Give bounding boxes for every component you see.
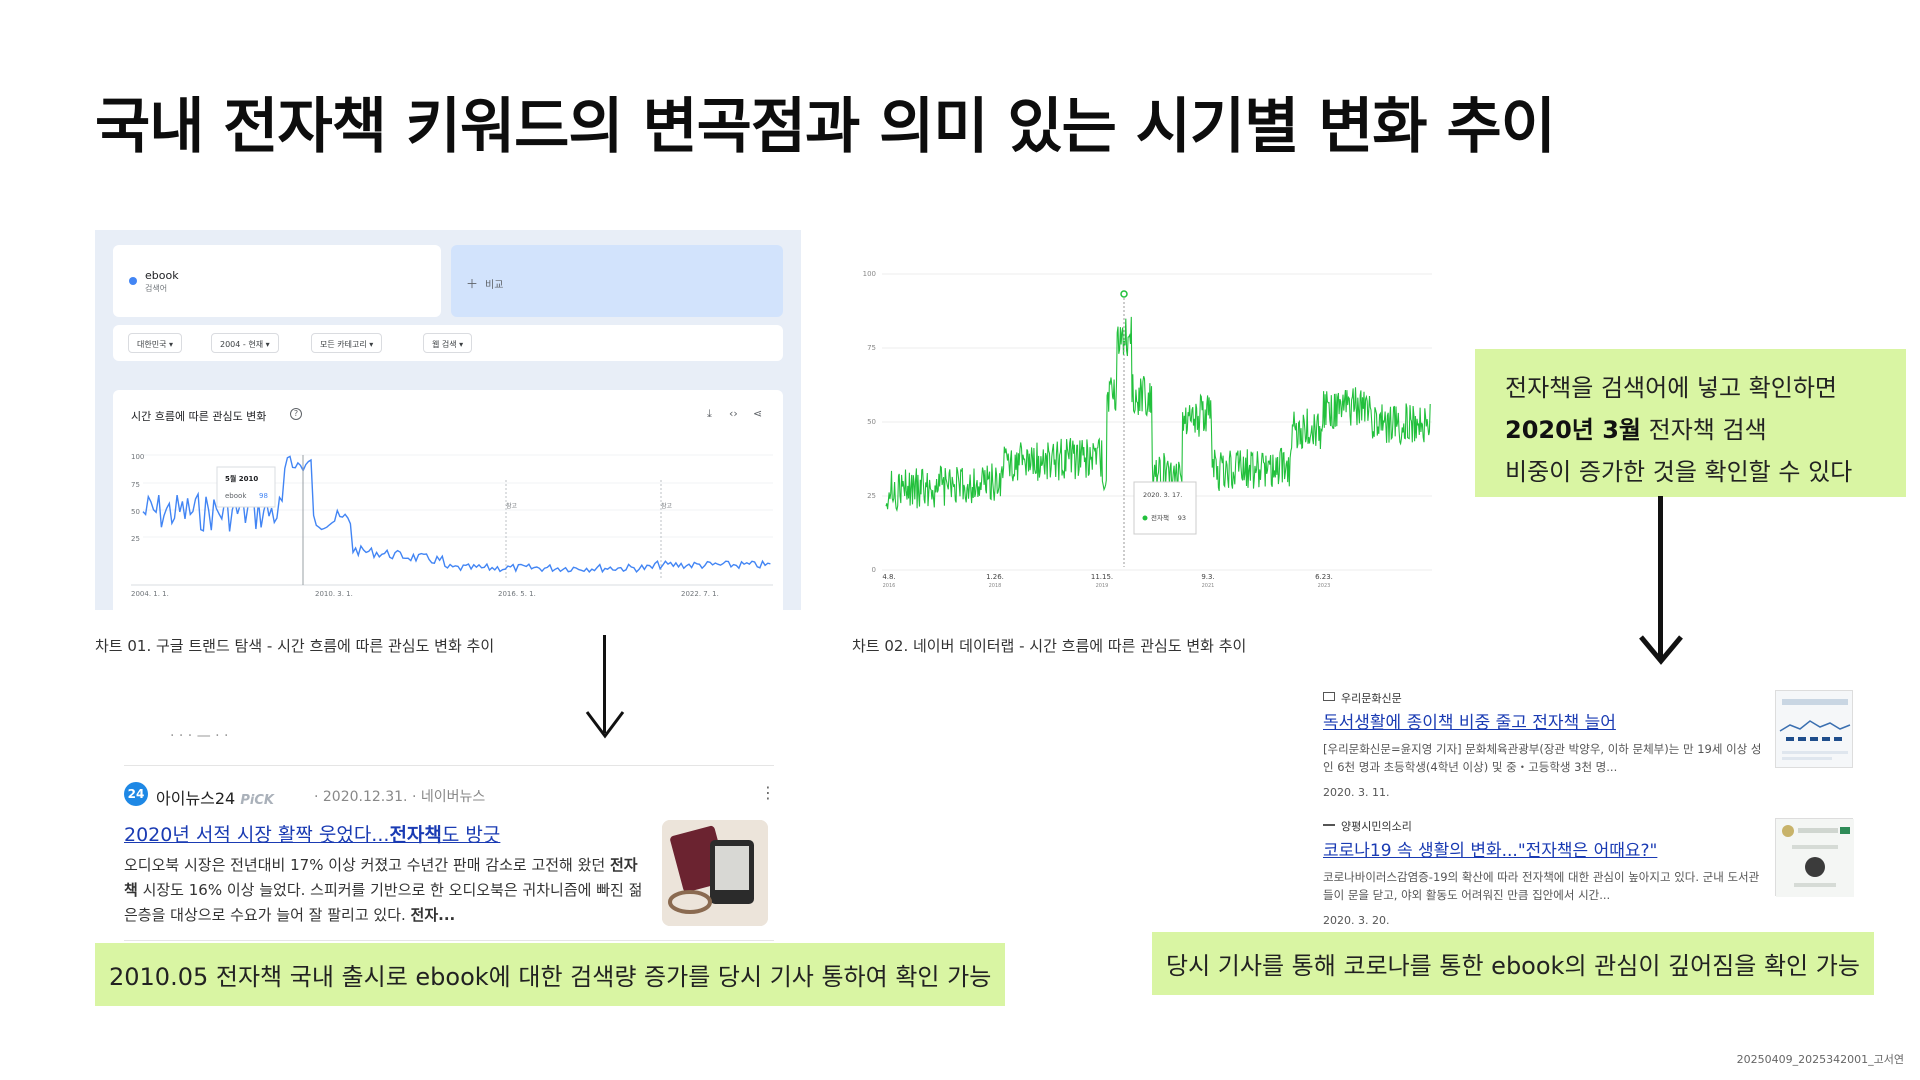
tooltip-date: 2020. 3. 17. <box>1143 491 1182 499</box>
note-marker: 참고 <box>506 502 518 510</box>
slide-footer: 20250409_2025342001_고서연 <box>1736 1053 1904 1066</box>
headline-keyword: 전자책 <box>389 824 442 846</box>
y-tick: 100 <box>863 270 876 278</box>
finding-label-2010: 2010.05 전자책 국내 출시로 ebook에 대한 검색량 증가를 당시 … <box>95 943 1006 1006</box>
article-snippet: 오디오북 시장은 전년대비 17% 이상 커졌고 수년간 판매 감소로 고전해 … <box>124 853 644 928</box>
y-tick: 25 <box>131 535 140 543</box>
download-icon[interactable]: ⤓ <box>707 407 712 421</box>
insight-callout: 전자책을 검색어에 넣고 확인하면 2020년 3월 전자책 검색 비중이 증가… <box>1475 349 1906 497</box>
tooltip-value: 98 <box>259 492 268 500</box>
y-tick: 25 <box>867 492 876 500</box>
newspaper-icon <box>1323 692 1335 701</box>
y-tick: 50 <box>867 418 876 426</box>
series-color-dot <box>129 277 137 285</box>
trends-chart-card: 시간 흐름에 따른 관심도 변화 ? ⤓ ‹› ⋖ 100 75 50 25 2… <box>113 390 783 610</box>
publisher-name[interactable]: 아이뉴스24 PiCK <box>156 785 274 809</box>
news-date: 2020. 3. 11. <box>1323 786 1390 799</box>
snippet-part: 오디오북 시장은 전년대비 17% 이상 커졌고 수년간 판매 감소로 고전해 … <box>124 856 610 874</box>
x-tick: 2010. 3. 1. <box>315 590 353 598</box>
filter-bar: 대한민국 ▾ 2004 - 현재 ▾ 모든 카테고리 ▾ 웹 검색 ▾ <box>113 325 783 361</box>
filter-category[interactable]: 모든 카테고리 ▾ <box>311 333 383 353</box>
tooltip-date: 5월 2010 <box>225 474 258 483</box>
x-tick-year: 2021 <box>1202 583 1215 589</box>
snippet-part: 시장도 16% 이상 늘었다. 스피커를 기반으로 한 오디오북은 귀차니즘에 … <box>124 881 643 924</box>
chart02-caption: 차트 02. 네이버 데이터랩 - 시간 흐름에 따른 관심도 변화 추이 <box>852 637 1247 655</box>
news-card-left[interactable]: 24 아이뉴스24 PiCK · 2020.12.31. · 네이버뉴스 ⋮ 2… <box>124 765 776 941</box>
slide-title: 국내 전자책 키워드의 변곡점과 의미 있는 시기별 변화 추이 <box>95 92 1556 162</box>
news-thumbnail[interactable] <box>1775 690 1853 768</box>
y-tick: 50 <box>131 508 140 516</box>
search-term-type: 검색어 <box>145 284 168 293</box>
search-term: ebook <box>145 269 179 282</box>
news-headline[interactable]: 독서생활에 종이책 비중 줄고 전자책 늘어 <box>1323 708 1616 733</box>
x-tick: 4.8. <box>882 573 895 581</box>
tooltip-value: 93 <box>1178 514 1186 522</box>
filter-period[interactable]: 2004 - 현재 ▾ <box>211 333 279 353</box>
ebook-series-line <box>885 316 1431 513</box>
y-tick: 75 <box>867 344 876 352</box>
note-marker: 참고 <box>661 502 673 510</box>
compare-button[interactable]: ＋ 비교 <box>451 245 783 317</box>
publisher-label: 아이뉴스24 <box>156 789 236 808</box>
callout-line3: 비중이 증가한 것을 확인할 수 있다 <box>1505 458 1853 486</box>
publisher-logo: 24 <box>124 782 148 806</box>
trends-chart: 100 75 50 25 2004. 1. 1. 2010. 3. 1. 201… <box>131 453 773 598</box>
x-tick-year: 2019 <box>1096 583 1109 589</box>
news-thumbnail[interactable] <box>1775 818 1854 897</box>
plus-icon: ＋ <box>466 277 479 291</box>
x-tick: 2016. 5. 1. <box>498 590 536 598</box>
chart01-caption: 차트 01. 구글 트랜드 탐색 - 시간 흐름에 따른 관심도 변화 추이 <box>95 637 495 655</box>
filter-region[interactable]: 대한민국 ▾ <box>128 333 182 353</box>
cropped-text-fragment: · · · — · · <box>170 728 229 744</box>
help-icon[interactable]: ? <box>290 408 302 420</box>
x-tick-year: 2016 <box>883 583 896 589</box>
news-source: 우리문화신문 <box>1341 692 1402 705</box>
article-meta: · 2020.12.31. · 네이버뉴스 <box>314 789 486 805</box>
x-tick: 9.3. <box>1201 573 1214 581</box>
news-headline[interactable]: 코로나19 속 생활의 변화..."전자책은 어때요?" <box>1323 836 1657 861</box>
tooltip-term: 전자책 <box>1151 513 1169 522</box>
callout-highlight: 2020년 3월 <box>1505 416 1642 444</box>
x-tick: 11.15. <box>1091 573 1113 581</box>
callout-line1: 전자책을 검색어에 넣고 확인하면 <box>1505 374 1838 402</box>
y-tick: 100 <box>131 453 144 461</box>
y-tick: 0 <box>872 566 876 574</box>
news-snippet: 코로나바이러스감염증-19의 확산에 따라 전자책에 대한 관심이 높아지고 있… <box>1323 870 1760 902</box>
callout-line2: 2020년 3월 전자책 검색 <box>1505 409 1876 451</box>
x-tick: 2004. 1. 1. <box>131 590 169 598</box>
news-snippet: [우리문화신문=윤지영 기자] 문화체육관광부(장관 박양우, 이하 문체부)는… <box>1323 742 1762 774</box>
chart-title: 시간 흐름에 따른 관심도 변화 <box>131 410 267 423</box>
news-date: 2020. 3. 20. <box>1323 914 1390 927</box>
callout-line2-rest: 전자책 검색 <box>1641 416 1767 444</box>
snippet-keyword: 전자... <box>410 906 456 924</box>
news-source: 양평시민의소리 <box>1341 820 1412 833</box>
x-tick: 1.26. <box>986 573 1004 581</box>
compare-label: 비교 <box>485 280 504 291</box>
x-tick: 2022. 7. 1. <box>681 590 719 598</box>
filter-search-type[interactable]: 웹 검색 ▾ <box>423 333 473 353</box>
naver-datalab-chart: 100 75 50 25 0 4.8. 2016 1.26. 2018 11.1… <box>863 270 1432 589</box>
x-tick: 6.23. <box>1315 573 1333 581</box>
headline-part: 도 방긋 <box>441 824 501 846</box>
dash-icon <box>1323 824 1335 826</box>
chart-tooltip: 5월 2010 ebook 98 <box>216 466 276 508</box>
share-icon[interactable]: ⋖ <box>753 407 762 420</box>
chart-tooltip: 2020. 3. 17. 전자책 93 <box>1133 481 1197 535</box>
peak-marker <box>1120 290 1128 298</box>
finding-label-2020: 당시 기사를 통해 코로나를 통한 ebook의 관심이 깊어짐을 확인 가능 <box>1152 932 1874 995</box>
search-term-card[interactable]: ebook 검색어 <box>113 245 441 317</box>
article-thumbnail[interactable] <box>662 820 768 926</box>
google-trends-panel: ebook 검색어 ＋ 비교 대한민국 ▾ 2004 - 현재 ▾ 모든 카테고… <box>95 230 801 610</box>
y-tick: 75 <box>131 481 140 489</box>
x-tick-year: 2018 <box>989 583 1002 589</box>
x-tick-year: 2023 <box>1318 583 1331 589</box>
embed-icon[interactable]: ‹› <box>729 407 738 420</box>
more-options-icon[interactable]: ⋮ <box>760 783 776 802</box>
headline-part: 2020년 서적 시장 활짝 웃었다... <box>124 824 390 846</box>
pick-badge: PiCK <box>240 793 274 808</box>
article-headline[interactable]: 2020년 서적 시장 활짝 웃었다...전자책도 방긋 <box>124 820 500 847</box>
tooltip-term: ebook <box>225 492 247 500</box>
